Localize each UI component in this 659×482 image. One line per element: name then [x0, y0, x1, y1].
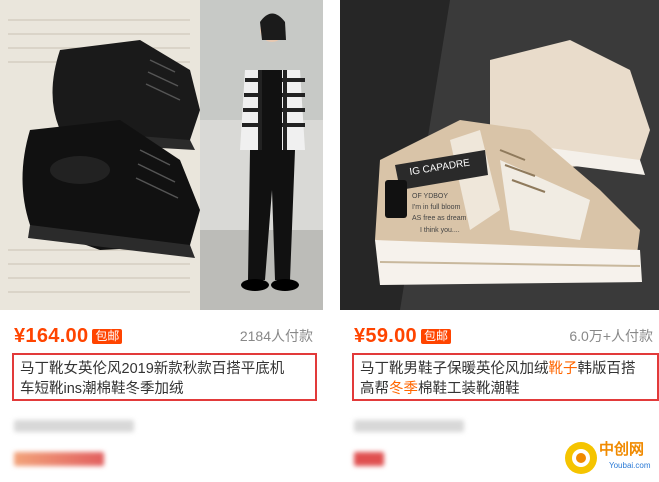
sales-count: 2184人付款 [239, 328, 313, 344]
shoe-print-text: I think you.... [420, 227, 460, 234]
product-card[interactable]: IG CAPADRE OF YDBOY I'm in full bloom AS… [340, 0, 659, 482]
price-row: ¥59.00 包邮 6.0万+人付款 [354, 322, 653, 350]
shoe-print-text: I'm in full bloom [412, 204, 461, 211]
watermark-subtext: Youbai.com [609, 461, 651, 470]
free-shipping-badge: 包邮 [92, 328, 123, 344]
shop-badge-blurred [354, 452, 384, 466]
product-title[interactable]: 马丁靴女英伦风2019新款秋款百搭平底机 车短靴ins潮棉鞋冬季加绒 [12, 353, 317, 401]
shop-name-blurred [14, 420, 134, 432]
shop-badge-blurred [14, 452, 104, 466]
shop-name-blurred [354, 420, 464, 432]
title-highlight: 靴子 [548, 361, 578, 377]
free-shipping-badge: 包邮 [420, 328, 451, 344]
shoe-print-text: AS free as dream [412, 215, 467, 222]
product-title-line: 高帮冬季棉鞋工装靴潮鞋 [360, 381, 520, 397]
product-title-line: 马丁靴女英伦风2019新款秋款百搭平底机 [20, 361, 285, 377]
product-image[interactable]: IG CAPADRE OF YDBOY I'm in full bloom AS… [340, 0, 659, 310]
site-watermark-logo: 中创网 Youbai.com [563, 430, 655, 480]
price-row: ¥164.00 包邮 2184人付款 [14, 322, 313, 350]
product-grid: ¥164.00 包邮 2184人付款 马丁靴女英伦风2019新款秋款百搭平底机 … [0, 0, 659, 482]
price: ¥164.00 [14, 324, 89, 347]
shoe-print-text: OF YDBOY [412, 193, 448, 200]
product-title-line: 车短靴ins潮棉鞋冬季加绒 [20, 381, 184, 397]
sales-count: 6.0万+人付款 [569, 328, 653, 344]
title-highlight: 冬季 [389, 381, 418, 397]
watermark-text: 中创网 [599, 440, 644, 458]
price: ¥59.00 [354, 324, 417, 347]
product-title[interactable]: 马丁靴男鞋子保暖英伦风加绒靴子韩版百搭 高帮冬季棉鞋工装靴潮鞋 [352, 353, 659, 401]
product-image[interactable] [0, 0, 323, 310]
product-title-line: 马丁靴男鞋子保暖英伦风加绒靴子韩版百搭 [360, 361, 636, 377]
product-card[interactable]: ¥164.00 包邮 2184人付款 马丁靴女英伦风2019新款秋款百搭平底机 … [0, 0, 323, 482]
